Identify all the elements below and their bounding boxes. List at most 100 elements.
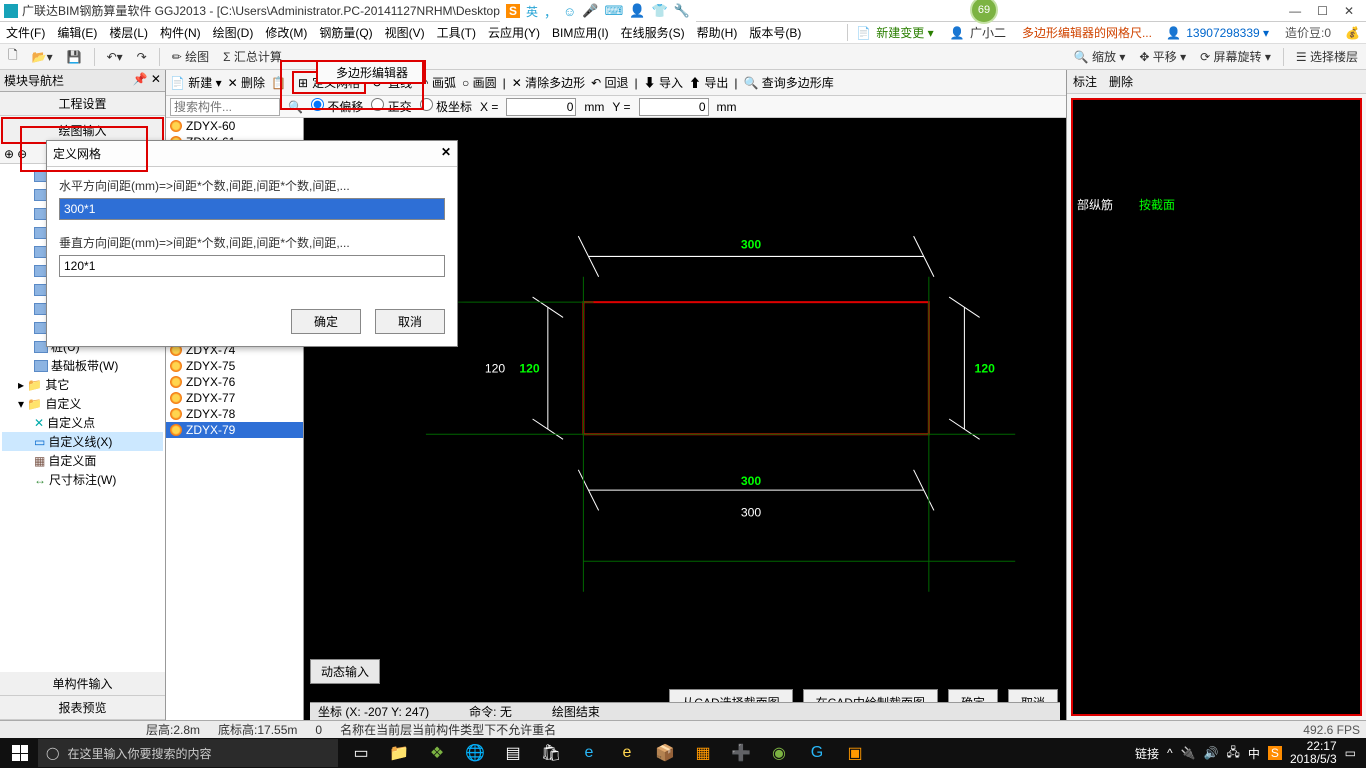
- menu-help[interactable]: 帮助(H): [695, 24, 740, 41]
- draw-tool[interactable]: ✏ 绘图: [168, 46, 213, 67]
- nav-report[interactable]: 报表预览: [0, 696, 165, 720]
- select-floor[interactable]: ☰ 选择楼层: [1292, 46, 1362, 67]
- start-button[interactable]: [4, 738, 36, 768]
- ime-tool-icon[interactable]: 🔧: [674, 3, 690, 19]
- undo2[interactable]: ↶ 回退: [591, 74, 628, 91]
- max-button[interactable]: ☐: [1317, 4, 1328, 18]
- taskbar-app[interactable]: ◉: [764, 739, 794, 767]
- circle-tool[interactable]: ○ 画圆: [462, 74, 497, 91]
- tree-item[interactable]: ▦自定义面: [2, 451, 163, 470]
- del-button[interactable]: ✕ 删除: [228, 74, 265, 91]
- delete-button[interactable]: 删除: [1109, 73, 1133, 90]
- opt-ortho[interactable]: 正交: [371, 98, 411, 115]
- taskbar-app[interactable]: ▤: [498, 739, 528, 767]
- tray-link[interactable]: 链接: [1135, 745, 1159, 762]
- ime-icon[interactable]: ，: [544, 2, 557, 21]
- search-icon[interactable]: 🔍: [288, 100, 303, 114]
- list-item[interactable]: ZDYX-60: [166, 118, 303, 134]
- tray-vol-icon[interactable]: 🔊: [1204, 746, 1219, 760]
- tray-ime[interactable]: 中: [1248, 745, 1260, 762]
- menu-modify[interactable]: 修改(M): [263, 24, 309, 41]
- dialog-close-icon[interactable]: ✕: [441, 145, 451, 162]
- v-spacing-input[interactable]: [59, 255, 445, 277]
- menu-bim[interactable]: BIM应用(I): [550, 24, 611, 41]
- y-input[interactable]: [639, 98, 709, 116]
- pan-tool[interactable]: ✥ 平移 ▾: [1135, 46, 1190, 67]
- query-button[interactable]: 🔍 查询多边形库: [744, 74, 834, 91]
- taskbar-app[interactable]: ❖: [422, 739, 452, 767]
- redo-icon[interactable]: ↷: [133, 48, 151, 66]
- ime-smile-icon[interactable]: ☺: [563, 4, 576, 19]
- taskbar-search[interactable]: ◯在这里输入你要搜索的内容: [38, 739, 338, 767]
- tree-item[interactable]: ✕自定义点: [2, 413, 163, 432]
- menu-online[interactable]: 在线服务(S): [619, 24, 687, 41]
- tree-item-selected[interactable]: ▭自定义线(X): [2, 432, 163, 451]
- ime-lang[interactable]: 英: [526, 3, 538, 20]
- taskbar-app[interactable]: 🌐: [460, 739, 490, 767]
- new-button[interactable]: 📄 新建 ▾: [170, 74, 222, 91]
- tray-notif-icon[interactable]: ▭: [1345, 746, 1356, 760]
- tray-up-icon[interactable]: ^: [1167, 746, 1173, 760]
- task-view-icon[interactable]: ▭: [346, 739, 376, 767]
- min-button[interactable]: —: [1289, 4, 1301, 18]
- section-canvas[interactable]: 部纵筋 按截面: [1071, 98, 1362, 716]
- taskbar-app[interactable]: G: [802, 739, 832, 767]
- sigma-tool[interactable]: Σ 汇总计算: [219, 46, 286, 67]
- close-button[interactable]: ✕: [1344, 4, 1354, 18]
- zoom-tool[interactable]: 🔍 缩放 ▾: [1070, 46, 1130, 67]
- ime-mic-icon[interactable]: 🎤: [582, 3, 598, 19]
- rotate-tool[interactable]: ⟳ 屏幕旋转 ▾: [1196, 46, 1275, 67]
- taskbar-app[interactable]: 📁: [384, 739, 414, 767]
- ime-shirt-icon[interactable]: 👕: [651, 3, 667, 19]
- menu-edit[interactable]: 编辑(E): [55, 24, 99, 41]
- tray-clock[interactable]: 22:172018/5/3: [1290, 740, 1337, 766]
- sogou-icon[interactable]: S: [506, 4, 520, 18]
- list-item[interactable]: ZDYX-77: [166, 390, 303, 406]
- tree-item[interactable]: 基础板带(W): [2, 356, 163, 375]
- h-spacing-input[interactable]: [59, 198, 445, 220]
- ime-kbd-icon[interactable]: ⌨: [605, 3, 624, 19]
- ime-user-icon[interactable]: 👤: [629, 3, 645, 19]
- taskbar-app[interactable]: ▣: [840, 739, 870, 767]
- menu-rebar[interactable]: 钢筋量(Q): [317, 24, 374, 41]
- import-button[interactable]: ⬇ 导入: [644, 74, 683, 91]
- tray-net-icon[interactable]: 🖧: [1227, 743, 1240, 764]
- dynamic-input-button[interactable]: 动态输入: [310, 659, 380, 684]
- search-input[interactable]: [170, 98, 280, 116]
- taskbar-app[interactable]: 🛍: [536, 739, 566, 767]
- menu-file[interactable]: 文件(F): [4, 24, 47, 41]
- new-change-button[interactable]: 📄 新建变更 ▾: [847, 24, 938, 41]
- new-file-icon[interactable]: 🗋: [4, 44, 22, 69]
- ie-icon[interactable]: e: [612, 739, 642, 767]
- x-input[interactable]: [506, 98, 576, 116]
- edge-icon[interactable]: e: [574, 739, 604, 767]
- user-id[interactable]: 👤 13907298339 ▾: [1164, 26, 1273, 40]
- menu-version[interactable]: 版本号(B): [747, 24, 803, 41]
- list-item[interactable]: ZDYX-76: [166, 374, 303, 390]
- menu-tools[interactable]: 工具(T): [435, 24, 478, 41]
- annotate-button[interactable]: 标注: [1073, 73, 1097, 90]
- tree-group-custom[interactable]: ▾ 📁 自定义: [2, 394, 163, 413]
- copy-icon[interactable]: 📋: [271, 76, 286, 90]
- list-item[interactable]: ZDYX-75: [166, 358, 303, 374]
- open-icon[interactable]: 📂▾: [28, 48, 57, 66]
- menu-draw[interactable]: 绘图(D): [211, 24, 256, 41]
- tree-group-other[interactable]: ▸ 📁 其它: [2, 375, 163, 394]
- tray-power-icon[interactable]: 🔌: [1181, 746, 1196, 760]
- taskbar-app[interactable]: ➕: [726, 739, 756, 767]
- export-button[interactable]: ⬆ 导出: [689, 74, 728, 91]
- tree-item[interactable]: ↔尺寸标注(W): [2, 470, 163, 489]
- tray-sogou-icon[interactable]: S: [1268, 746, 1282, 760]
- taskbar-app[interactable]: 📦: [650, 739, 680, 767]
- nav-single-input[interactable]: 单构件输入: [0, 672, 165, 696]
- dialog-cancel[interactable]: 取消: [375, 309, 445, 334]
- expand-icon[interactable]: ⊕: [4, 147, 14, 161]
- taskbar-app[interactable]: ▦: [688, 739, 718, 767]
- dialog-ok[interactable]: 确定: [291, 309, 361, 334]
- opt-noshift[interactable]: 不偏移: [311, 98, 363, 115]
- opt-polar[interactable]: 极坐标: [420, 98, 472, 115]
- collapse-icon[interactable]: ⊖: [17, 147, 27, 161]
- nav-sec-setup[interactable]: 工程设置: [0, 92, 165, 116]
- menu-view[interactable]: 视图(V): [383, 24, 427, 41]
- menu-floor[interactable]: 楼层(L): [107, 24, 150, 41]
